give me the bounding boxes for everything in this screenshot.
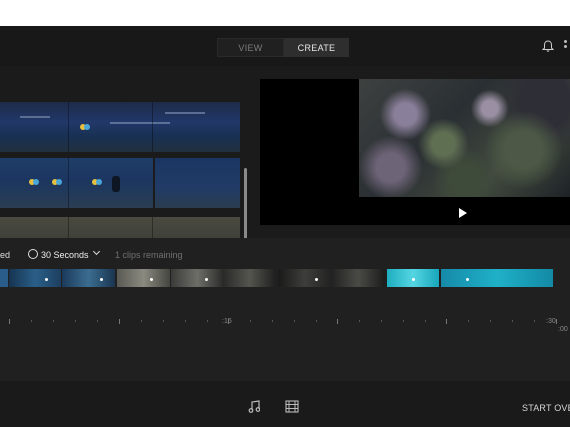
frame-divider: [152, 217, 153, 238]
ruler-tick: [425, 320, 426, 322]
ruler-tick: [337, 319, 338, 324]
play-icon[interactable]: [459, 208, 467, 218]
used-label: ed: [0, 250, 11, 260]
ruler-tick: [272, 320, 273, 322]
ruler-tick: [207, 320, 208, 322]
media-thumbnail[interactable]: [0, 102, 240, 152]
timeline-clip[interactable]: [441, 269, 553, 287]
ruler-tick: [316, 320, 317, 322]
clip-marker: [45, 278, 48, 281]
clip-marker: [412, 278, 415, 281]
frame-divider: [68, 158, 69, 208]
timeline-clip[interactable]: [0, 269, 8, 287]
timeline-clip[interactable]: [9, 269, 61, 287]
top-whitespace: [0, 0, 570, 26]
ruler-label: :15: [222, 318, 232, 325]
clip-marker: [466, 278, 469, 281]
ruler-tick: [119, 319, 120, 324]
clip-marker: [150, 278, 153, 281]
ruler-tick: [403, 320, 404, 322]
ruler-tick: [163, 320, 164, 322]
video-preview: [260, 79, 570, 225]
fish-school: [20, 116, 50, 118]
ruler-tick: [53, 320, 54, 322]
ruler-tick: [294, 320, 295, 322]
timeline-clip[interactable]: [278, 269, 385, 287]
clip-marker: [100, 278, 103, 281]
media-thumbnail[interactable]: [0, 217, 240, 238]
ruler-tick: [250, 320, 251, 322]
ruler-label: :00: [558, 326, 568, 333]
ruler-tick: [75, 320, 76, 322]
timeline-ruler[interactable]: :15 :30 :00: [0, 312, 570, 333]
mode-tabs: VIEW CREATE: [217, 38, 349, 57]
duration-select[interactable]: 30 Seconds: [41, 250, 89, 260]
clip-marker: [205, 278, 208, 281]
marker-dot-blue: [56, 179, 62, 185]
tab-view[interactable]: VIEW: [217, 38, 284, 57]
duration-controls: ed 30 Seconds 1 clips remaining: [0, 245, 570, 263]
ruler-tick: [97, 320, 98, 322]
timeline-clip[interactable]: [117, 269, 170, 287]
marker-dot-blue: [96, 179, 102, 185]
frame-divider: [152, 102, 153, 152]
ruler-tick: [534, 320, 535, 322]
media-thumbnail[interactable]: [155, 158, 240, 208]
chevron-down-icon[interactable]: [92, 247, 101, 256]
media-thumbnail[interactable]: [0, 158, 153, 208]
frame-divider: [68, 102, 69, 152]
marker-dot-blue: [84, 124, 90, 130]
ruler-tick: [381, 320, 382, 322]
media-scrollbar[interactable]: [244, 168, 247, 238]
timeline-clip[interactable]: [62, 269, 115, 287]
ruler-tick: [512, 320, 513, 322]
fish-school: [110, 122, 170, 124]
clip-marker: [315, 278, 318, 281]
clock-icon: [28, 249, 38, 259]
fish-school: [165, 112, 205, 114]
frame-divider: [68, 217, 69, 238]
ruler-tick: [141, 320, 142, 322]
start-over-button[interactable]: START OVE: [522, 403, 570, 413]
ruler-tick: [9, 319, 10, 324]
filmstrip-icon[interactable]: [285, 400, 299, 413]
marker-dot-blue: [33, 179, 39, 185]
ruler-tick: [468, 320, 469, 322]
music-icon[interactable]: [248, 400, 260, 413]
ruler-tick: [185, 320, 186, 322]
clips-remaining: 1 clips remaining: [115, 250, 183, 260]
diver-silhouette: [112, 176, 120, 192]
preview-frame: [359, 79, 570, 197]
ruler-tick: [31, 320, 32, 322]
more-icon[interactable]: [564, 40, 570, 52]
ruler-tick: [446, 319, 447, 324]
ruler-tick: [556, 319, 557, 324]
ruler-tick: [359, 320, 360, 322]
tab-create[interactable]: CREATE: [284, 38, 349, 57]
ruler-tick: [490, 320, 491, 322]
timeline-clip[interactable]: [171, 269, 276, 287]
bell-icon[interactable]: [542, 40, 554, 53]
media-library: [0, 66, 250, 238]
ruler-label: :30: [546, 318, 556, 325]
